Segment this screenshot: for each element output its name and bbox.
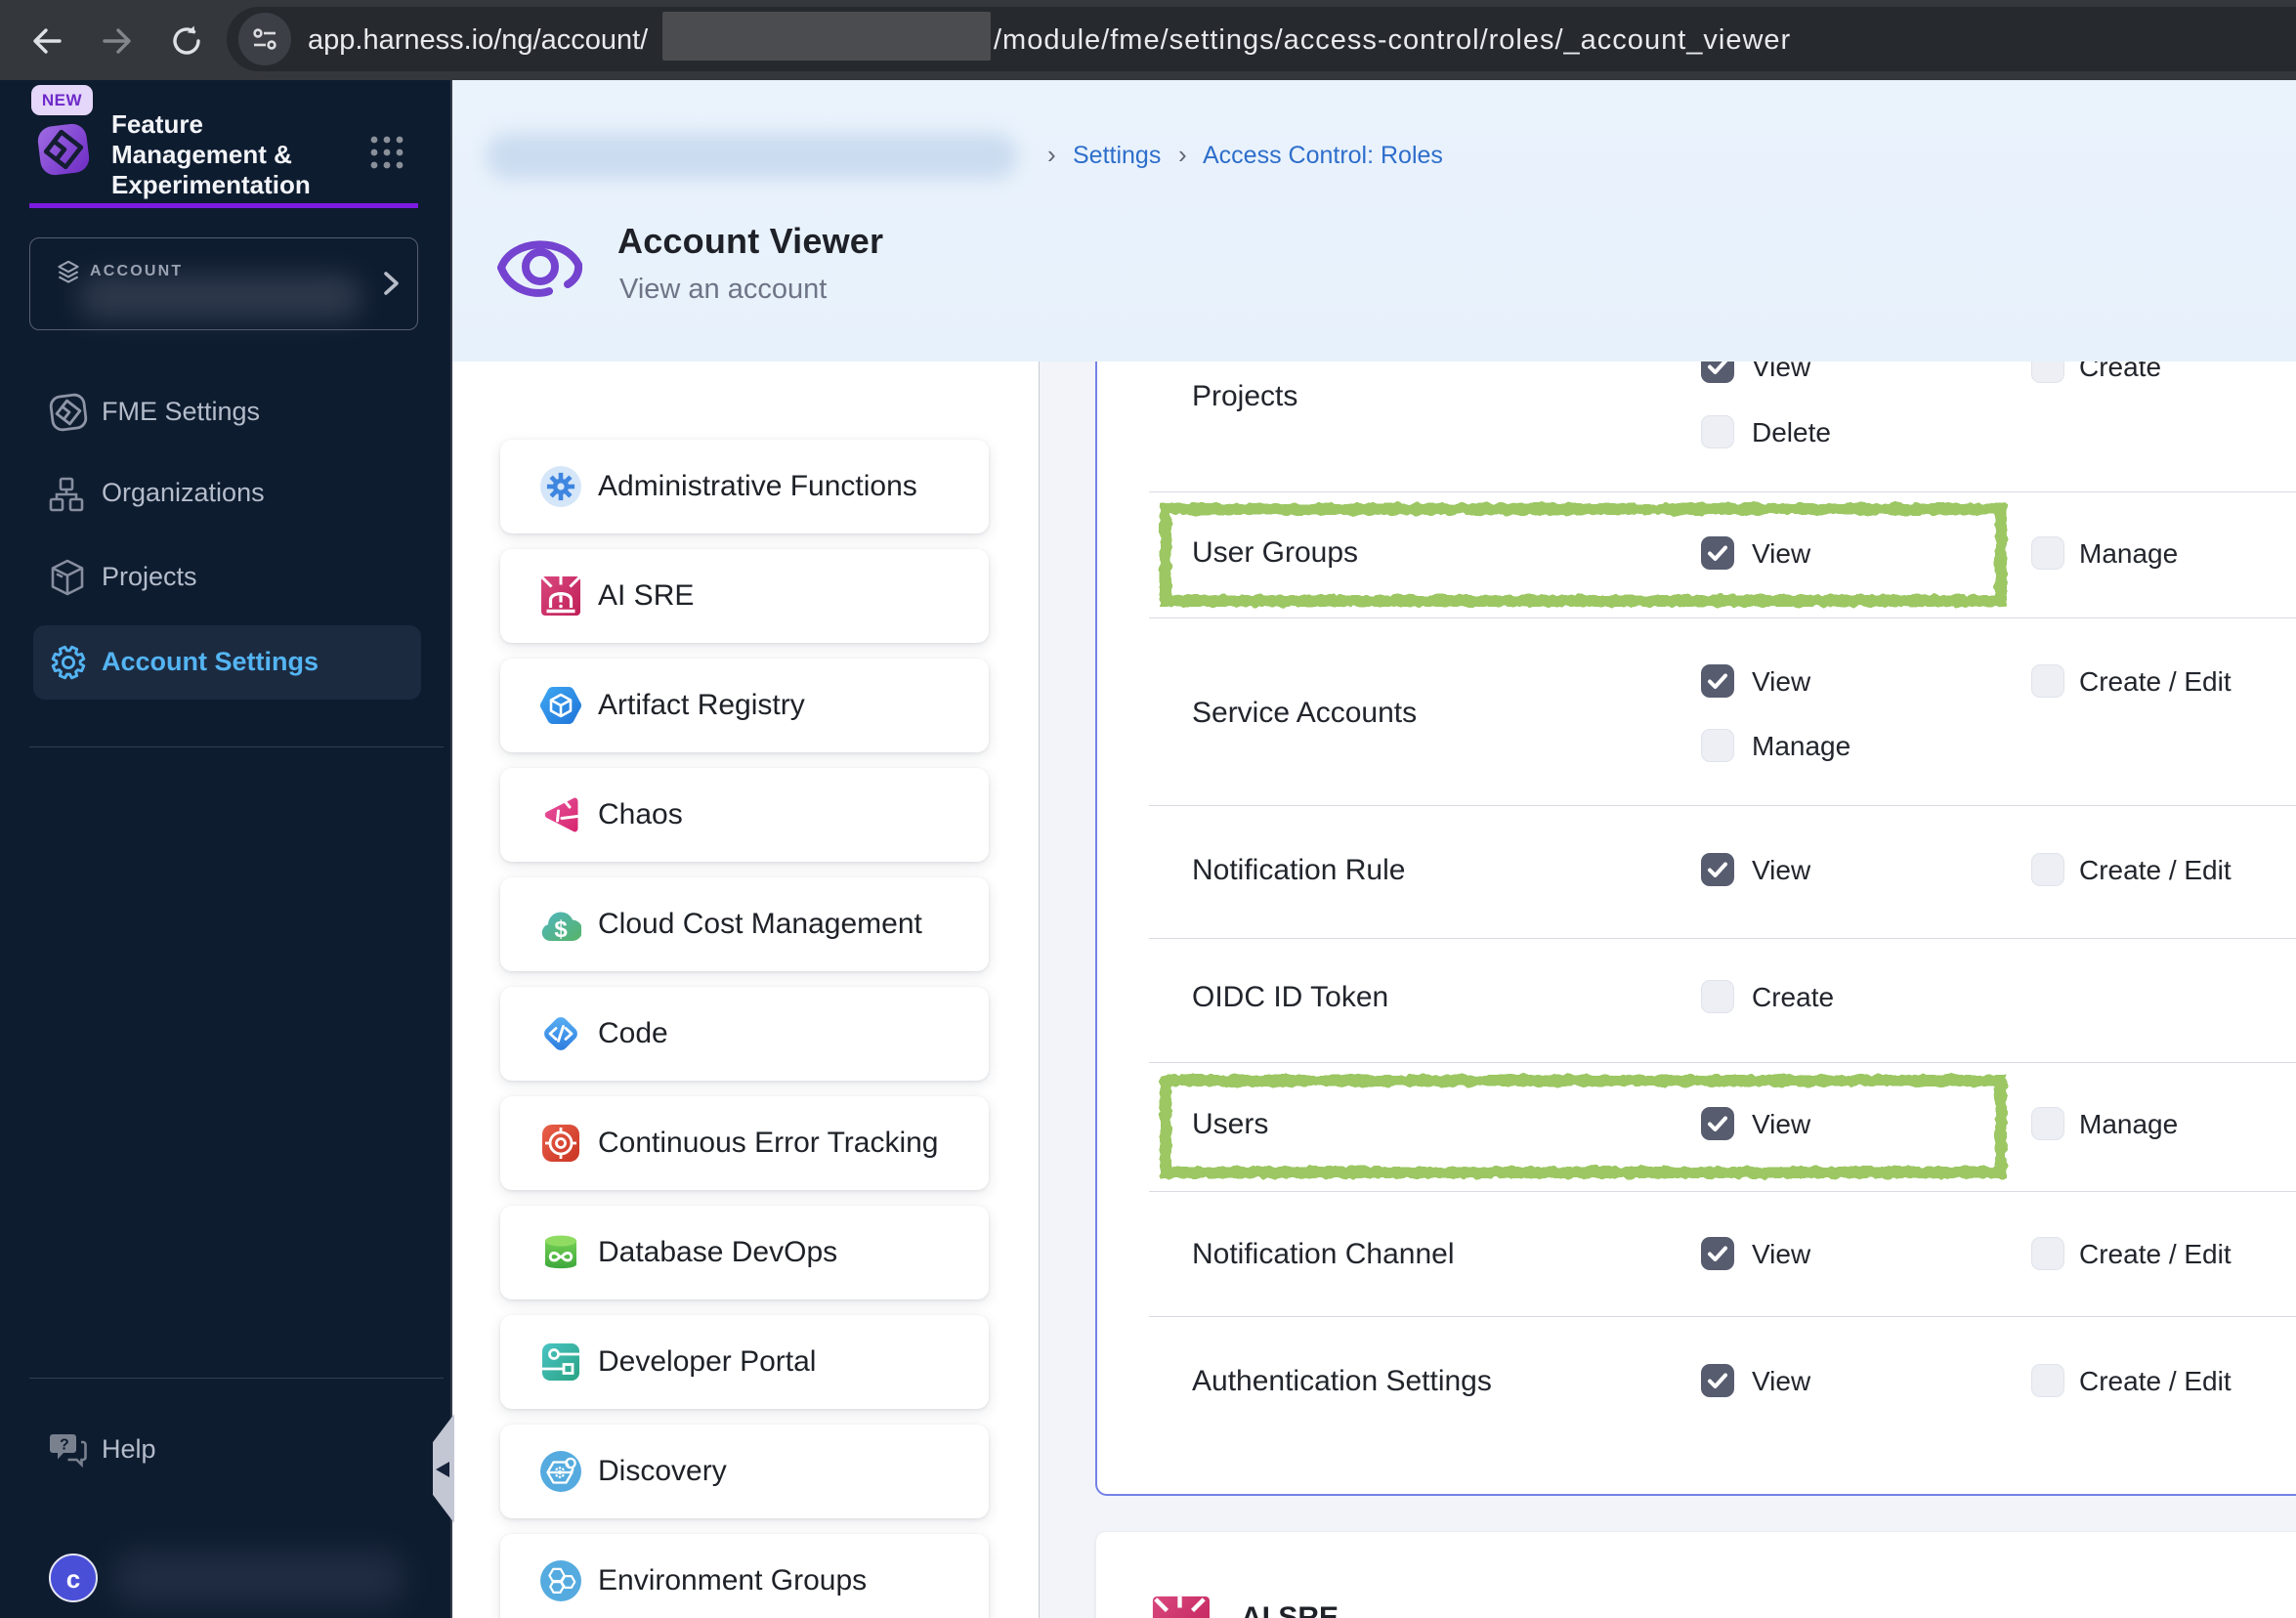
svg-text:$: $ xyxy=(554,916,568,943)
svg-text:?: ? xyxy=(60,1437,69,1454)
